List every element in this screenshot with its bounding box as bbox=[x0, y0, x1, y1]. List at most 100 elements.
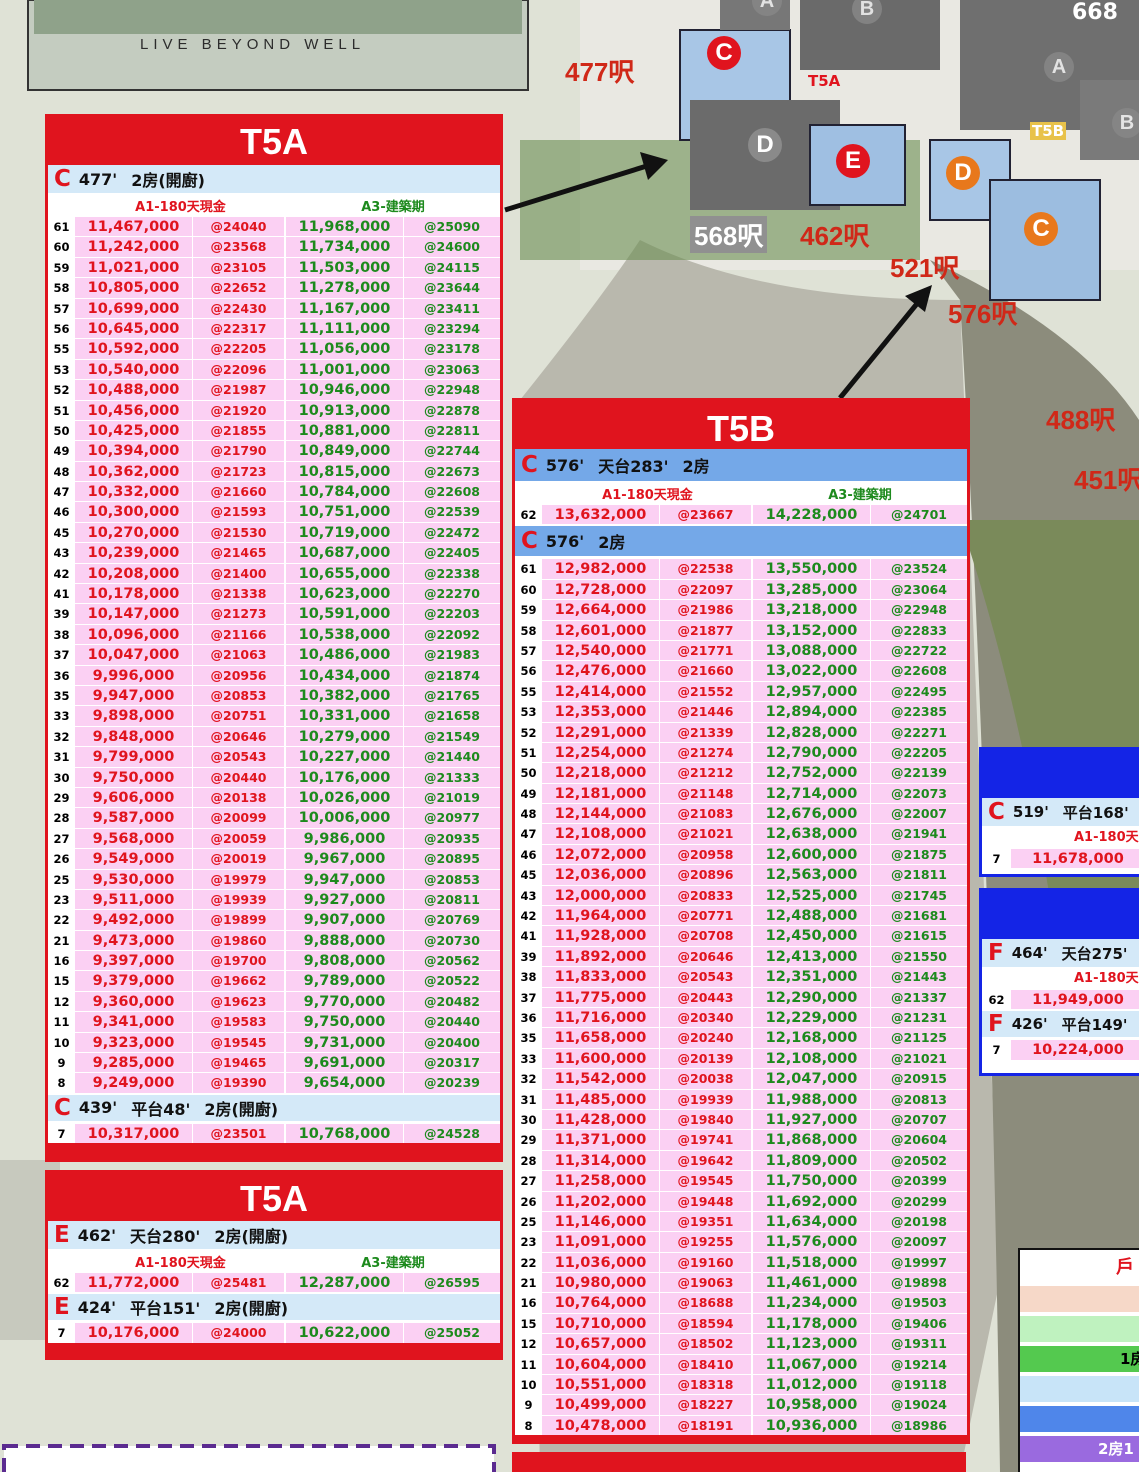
price-a3-cell: 12,287,000 bbox=[286, 1273, 404, 1293]
unit-price-a1-cell: @19160 bbox=[660, 1252, 753, 1273]
unit-price-a1-cell: @21723 bbox=[193, 461, 286, 482]
unit-price-a1-cell: @21771 bbox=[660, 640, 753, 661]
price-a1-cell: 10,362,000 bbox=[75, 461, 193, 482]
table-row: 28 9,587,000 @20099 10,006,000 @20977 bbox=[48, 807, 500, 828]
price-a1-cell: 10,805,000 bbox=[75, 278, 193, 298]
floor-cell: 53 bbox=[515, 702, 542, 722]
price-a1-cell: 10,764,000 bbox=[542, 1293, 660, 1313]
price-a3-cell: 11,461,000 bbox=[753, 1273, 871, 1293]
floor-cell: 42 bbox=[515, 906, 542, 926]
column-header: A1-180天現金 A3-建築期 bbox=[515, 483, 967, 504]
price-a1-cell: 12,353,000 bbox=[542, 702, 660, 722]
floor-cell: 59 bbox=[48, 257, 75, 278]
price-a1-cell: 10,147,000 bbox=[75, 604, 193, 624]
floor-cell: 55 bbox=[515, 681, 542, 702]
table-row: 11 10,604,000 @18410 11,067,000 @19214 bbox=[515, 1353, 967, 1375]
unit-price-a3-cell: @20097 bbox=[871, 1232, 967, 1252]
floor-cell: 28 bbox=[515, 1150, 542, 1171]
unit-header: F 426' 平台149' bbox=[982, 1009, 1139, 1040]
price-a3-cell: 12,638,000 bbox=[753, 824, 871, 844]
price-a3-cell: 11,056,000 bbox=[286, 339, 404, 359]
price-a1-cell: 10,047,000 bbox=[75, 645, 193, 665]
unit-price-a1-cell: @19979 bbox=[193, 869, 286, 889]
price-a1-cell: 12,728,000 bbox=[542, 579, 660, 600]
price-a3-cell: 10,486,000 bbox=[286, 645, 404, 665]
floor-cell: 52 bbox=[515, 722, 542, 742]
floor-cell: 12 bbox=[48, 991, 75, 1012]
table-row: 62 13,632,000 @23667 14,228,000 @24701 bbox=[515, 504, 967, 525]
map-label-t5b: T5B bbox=[1030, 122, 1067, 140]
floor-cell: 57 bbox=[48, 298, 75, 318]
table-row: 53 12,353,000 @21446 12,894,000 @22385 bbox=[515, 701, 967, 722]
floor-cell: 16 bbox=[515, 1293, 542, 1313]
unit-price-a1-cell: @19448 bbox=[660, 1191, 753, 1211]
price-a3-cell: 13,152,000 bbox=[753, 620, 871, 640]
floor-cell: 62 bbox=[515, 505, 542, 525]
unit-price-a1-cell: @23501 bbox=[193, 1123, 286, 1144]
price-a1-cell: 9,360,000 bbox=[75, 991, 193, 1012]
unit-price-a3-cell: @19118 bbox=[871, 1375, 967, 1395]
unit-price-a1-cell: @21274 bbox=[660, 742, 753, 763]
table-row: 26 11,202,000 @19448 11,692,000 @20299 bbox=[515, 1190, 967, 1211]
price-a3-cell: 11,968,000 bbox=[286, 217, 404, 237]
price-a1-cell: 13,632,000 bbox=[542, 505, 660, 525]
t5b-price-panel-c: T5B C 576' 天台283' 2房 A1-180天現金 A3-建築期 62 13,6… bbox=[512, 398, 970, 1444]
unit-price-a3-cell: @21874 bbox=[404, 665, 500, 685]
panel-title: T5A bbox=[239, 121, 308, 162]
price-a3-cell: 10,815,000 bbox=[286, 461, 404, 482]
floor-cell: 51 bbox=[515, 742, 542, 763]
floor-cell: 11 bbox=[48, 1012, 75, 1032]
floor-cell: 7 bbox=[48, 1323, 75, 1343]
floor-cell: 47 bbox=[515, 824, 542, 844]
unit-price-a1-cell: @21877 bbox=[660, 620, 753, 640]
unit-price-a1-cell: @20038 bbox=[660, 1069, 753, 1089]
price-a1-cell: 10,699,000 bbox=[75, 298, 193, 318]
unit-price-a1-cell: @19939 bbox=[660, 1089, 753, 1109]
table-row: 7 11,678,000 bbox=[982, 848, 1139, 869]
table-row: 29 9,606,000 @20138 10,026,000 @21019 bbox=[48, 786, 500, 808]
price-a1-cell: 11,892,000 bbox=[542, 946, 660, 967]
unit-price-a1-cell: @20440 bbox=[193, 767, 286, 787]
floor-cell: 57 bbox=[515, 640, 542, 661]
table-row: 30 9,750,000 @20440 10,176,000 @21333 bbox=[48, 766, 500, 787]
unit-price-a3-cell: @20977 bbox=[404, 808, 500, 828]
unit-price-a1-cell: @22538 bbox=[660, 559, 753, 579]
unit-e-marker: E bbox=[836, 144, 870, 178]
price-a3-cell: 10,279,000 bbox=[286, 726, 404, 747]
table-row: 56 10,645,000 @22317 11,111,000 @23294 bbox=[48, 317, 500, 339]
price-a1-cell: 12,036,000 bbox=[542, 865, 660, 885]
unit-price-a1-cell: @19545 bbox=[193, 1032, 286, 1053]
table-row: 57 12,540,000 @21771 13,088,000 @22722 bbox=[515, 639, 967, 661]
price-a3-cell: 9,927,000 bbox=[286, 889, 404, 910]
price-table: 7 10,317,000 @23501 10,768,000 @24528 bbox=[48, 1122, 500, 1144]
price-a3-cell: 12,957,000 bbox=[753, 681, 871, 702]
table-row: 8 10,478,000 @18191 10,936,000 @18986 bbox=[515, 1414, 967, 1436]
price-a1-cell: 12,414,000 bbox=[542, 681, 660, 702]
price-a1-cell: 11,314,000 bbox=[542, 1150, 660, 1171]
price-a1-cell: 12,181,000 bbox=[542, 783, 660, 804]
price-a1-cell: 9,568,000 bbox=[75, 828, 193, 849]
unit-price-a3-cell: @22385 bbox=[871, 702, 967, 722]
table-row: 60 11,242,000 @23568 11,734,000 @24600 bbox=[48, 236, 500, 257]
unit-b-marker-2: B bbox=[1112, 108, 1139, 138]
price-a1-cell: 10,317,000 bbox=[75, 1123, 193, 1144]
price-a1-cell: 10,176,000 bbox=[75, 1323, 193, 1343]
table-row: 35 11,658,000 @20240 12,168,000 @21125 bbox=[515, 1027, 967, 1048]
price-a1-cell: 10,540,000 bbox=[75, 359, 193, 380]
price-a1-cell: 11,716,000 bbox=[542, 1007, 660, 1028]
unit-header: C 576' 天台283' 2房 bbox=[515, 449, 967, 483]
price-a1-cell: 11,242,000 bbox=[75, 237, 193, 257]
table-row: 16 10,764,000 @18688 11,234,000 @19503 bbox=[515, 1292, 967, 1313]
floor-cell: 30 bbox=[48, 767, 75, 787]
floor-cell: 31 bbox=[48, 747, 75, 767]
table-row: 52 12,291,000 @21339 12,828,000 @22271 bbox=[515, 721, 967, 742]
unit-price-a3-cell: @19997 bbox=[871, 1252, 967, 1273]
price-a1-cell: 12,291,000 bbox=[542, 722, 660, 742]
table-row: 10 9,323,000 @19545 9,731,000 @20400 bbox=[48, 1031, 500, 1053]
table-row: 48 10,362,000 @21723 10,815,000 @22673 bbox=[48, 460, 500, 482]
unit-price-a1-cell: @20958 bbox=[660, 844, 753, 865]
unit-price-a1-cell: @24040 bbox=[193, 217, 286, 237]
price-a3-cell: 13,218,000 bbox=[753, 600, 871, 620]
price-a3-cell: 11,503,000 bbox=[286, 257, 404, 278]
price-a3-cell: 9,967,000 bbox=[286, 849, 404, 869]
